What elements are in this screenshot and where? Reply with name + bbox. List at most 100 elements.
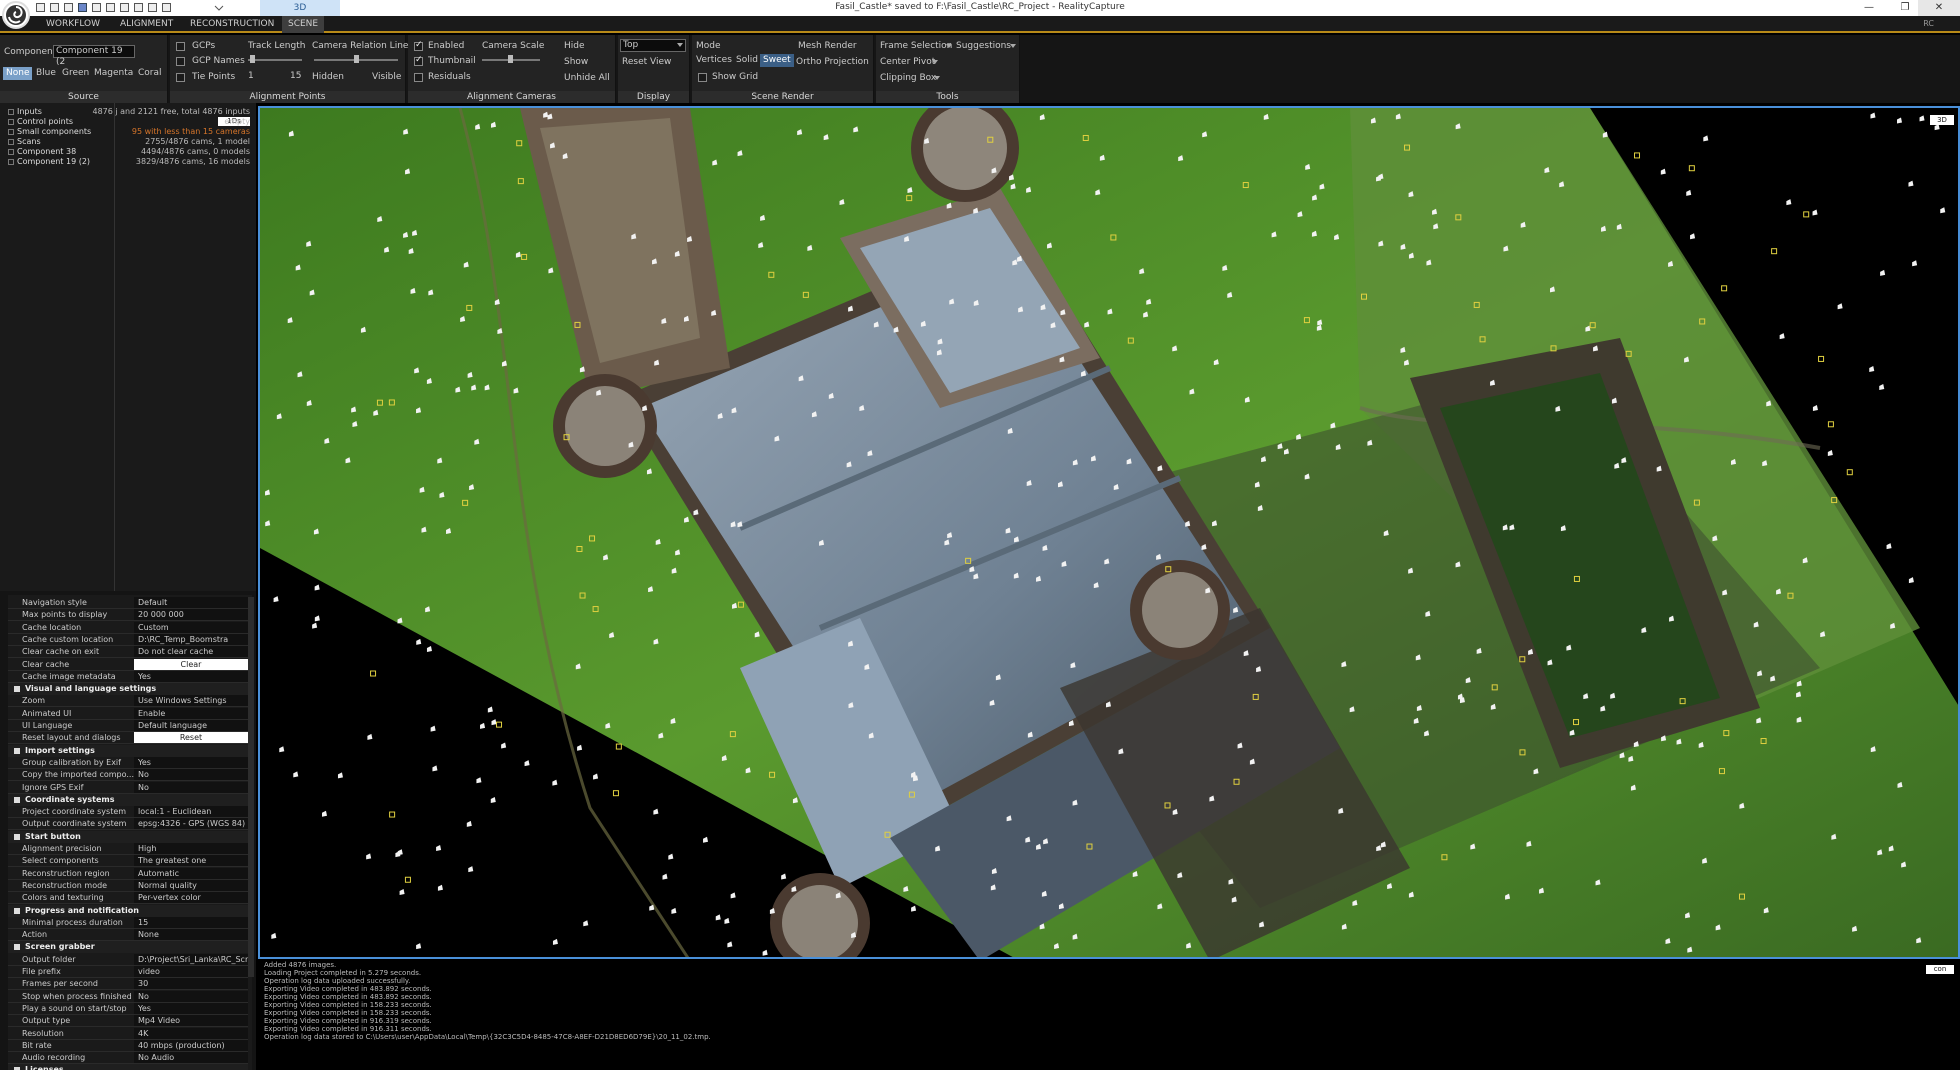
setting-value[interactable]: Mp4 Video bbox=[134, 1015, 248, 1027]
camera-marker[interactable] bbox=[1812, 209, 1818, 216]
3d-viewport[interactable]: 3D bbox=[258, 106, 1960, 959]
camera-marker[interactable] bbox=[273, 596, 279, 603]
camera-marker[interactable] bbox=[730, 892, 736, 899]
setting-value[interactable]: epsg:4326 - GPS (WGS 84) bbox=[134, 818, 248, 830]
view-tab-3d[interactable]: 3D bbox=[260, 0, 340, 16]
camera-marker[interactable] bbox=[577, 744, 583, 751]
camera-marker[interactable] bbox=[715, 914, 721, 921]
color-magenta-button[interactable]: Magenta bbox=[92, 67, 135, 80]
camera-marker[interactable] bbox=[1703, 135, 1709, 142]
frame-selection-dropdown-icon[interactable] bbox=[946, 44, 952, 49]
camera-marker[interactable] bbox=[491, 719, 497, 726]
camera-marker[interactable] bbox=[476, 777, 482, 784]
camera-marker[interactable] bbox=[1870, 112, 1876, 119]
setting-value[interactable]: Per-vertex color bbox=[134, 892, 248, 904]
expand-icon[interactable] bbox=[8, 129, 14, 135]
clipping-box-button[interactable]: Clipping Box bbox=[880, 73, 936, 83]
setting-value[interactable]: Yes bbox=[134, 756, 248, 768]
camera-marker[interactable] bbox=[501, 742, 507, 749]
camera-marker[interactable] bbox=[1837, 303, 1843, 310]
sweet-button[interactable]: Sweet bbox=[760, 54, 794, 67]
expand-icon[interactable] bbox=[8, 119, 14, 125]
setting-value[interactable]: Custom bbox=[134, 621, 248, 633]
camera-marker[interactable] bbox=[1934, 124, 1940, 131]
collapse-icon[interactable] bbox=[14, 796, 20, 803]
collapse-icon[interactable] bbox=[14, 747, 20, 754]
camera-marker[interactable] bbox=[1812, 404, 1818, 411]
solid-button[interactable]: Solid bbox=[734, 54, 760, 67]
layout-split-icon[interactable] bbox=[106, 3, 115, 12]
track-length-thumb[interactable] bbox=[250, 55, 255, 63]
settings-scrollbar[interactable] bbox=[248, 597, 254, 977]
ortho-projection-button[interactable]: Ortho Projection bbox=[796, 57, 869, 67]
collapse-icon[interactable] bbox=[14, 833, 20, 840]
camera-marker[interactable] bbox=[312, 622, 318, 629]
setting-value[interactable]: 30 bbox=[134, 978, 248, 990]
camera-marker[interactable] bbox=[293, 771, 299, 778]
center-pivot-button[interactable]: Center Pivot bbox=[880, 57, 935, 67]
layout-icon[interactable] bbox=[78, 3, 87, 12]
setting-value[interactable]: Normal quality bbox=[134, 879, 248, 891]
setting-value[interactable]: None bbox=[134, 929, 248, 941]
camera-marker[interactable] bbox=[593, 773, 599, 780]
camera-marker[interactable] bbox=[437, 884, 443, 891]
tab-scene[interactable]: SCENE bbox=[282, 16, 325, 33]
expand-icon[interactable] bbox=[8, 139, 14, 145]
camera-marker[interactable] bbox=[1886, 543, 1892, 550]
settings-section-header[interactable]: Licenses bbox=[8, 1064, 248, 1070]
close-button[interactable]: ✕ bbox=[1918, 0, 1960, 16]
setting-value[interactable]: local:1 - Euclidean bbox=[134, 806, 248, 818]
camera-marker[interactable] bbox=[366, 853, 372, 860]
camera-marker[interactable] bbox=[1879, 383, 1885, 390]
setting-value[interactable]: video bbox=[134, 966, 248, 977]
camera-marker[interactable] bbox=[279, 746, 285, 753]
show-button[interactable]: Show bbox=[564, 57, 588, 67]
setting-value[interactable]: 20 000 000 bbox=[134, 609, 248, 621]
setting-value[interactable]: 15 bbox=[134, 916, 248, 928]
camera-marker[interactable] bbox=[1880, 269, 1886, 276]
camera-marker[interactable] bbox=[487, 706, 493, 713]
camera-marker[interactable] bbox=[762, 949, 768, 956]
setting-value[interactable]: 4K bbox=[134, 1027, 248, 1039]
camera-marker[interactable] bbox=[524, 760, 530, 767]
camera-marker[interactable] bbox=[727, 941, 733, 948]
tab-reconstruction[interactable]: RECONSTRUCTION bbox=[190, 19, 274, 29]
tie-points-checkbox[interactable] bbox=[176, 73, 185, 82]
setting-value[interactable]: Use Windows Settings bbox=[134, 695, 248, 707]
redo-icon[interactable] bbox=[148, 3, 157, 12]
camera-marker[interactable] bbox=[480, 722, 486, 729]
unhide-all-button[interactable]: Unhide All bbox=[564, 73, 610, 83]
camera-marker[interactable] bbox=[416, 638, 422, 645]
frame-selection-button[interactable]: Frame Selection bbox=[880, 41, 952, 51]
residuals-checkbox[interactable] bbox=[414, 73, 423, 82]
hide-button[interactable]: Hide bbox=[564, 41, 585, 51]
setting-value[interactable]: Automatic bbox=[134, 867, 248, 879]
camera-marker[interactable] bbox=[781, 873, 787, 880]
open-project-icon[interactable] bbox=[50, 3, 59, 12]
setting-value[interactable]: Do not clear cache bbox=[134, 646, 248, 658]
clipping-box-dropdown-icon[interactable] bbox=[934, 76, 940, 81]
reset-view-button[interactable]: Reset View bbox=[622, 57, 671, 67]
save-icon[interactable] bbox=[64, 3, 73, 12]
camera-marker[interactable] bbox=[314, 615, 320, 622]
camera-marker[interactable] bbox=[668, 853, 674, 860]
setting-value[interactable]: No bbox=[134, 781, 248, 793]
setting-value[interactable]: Yes bbox=[134, 670, 248, 682]
settings-section-header[interactable]: Progress and notification bbox=[8, 904, 248, 917]
camera-marker[interactable] bbox=[466, 820, 472, 827]
camera-marker[interactable] bbox=[337, 772, 343, 779]
camera-marker[interactable] bbox=[416, 943, 422, 950]
layout-grid-icon[interactable] bbox=[92, 3, 101, 12]
setting-value[interactable]: D:\RC_Temp_Boomstra bbox=[134, 633, 248, 645]
camera-scale-thumb[interactable] bbox=[508, 55, 513, 63]
console-toggle-button[interactable]: con bbox=[1926, 965, 1954, 974]
vertices-button[interactable]: Vertices bbox=[694, 54, 734, 67]
camera-marker[interactable] bbox=[271, 932, 277, 939]
expand-icon[interactable] bbox=[8, 109, 14, 115]
settings-section-header[interactable]: Visual and language settings bbox=[8, 683, 248, 696]
collapse-icon[interactable] bbox=[14, 686, 20, 693]
camera-marker[interactable] bbox=[367, 733, 373, 740]
setting-value[interactable]: Default bbox=[134, 597, 248, 608]
camera-marker[interactable] bbox=[426, 645, 432, 652]
show-grid-checkbox[interactable] bbox=[698, 73, 707, 82]
